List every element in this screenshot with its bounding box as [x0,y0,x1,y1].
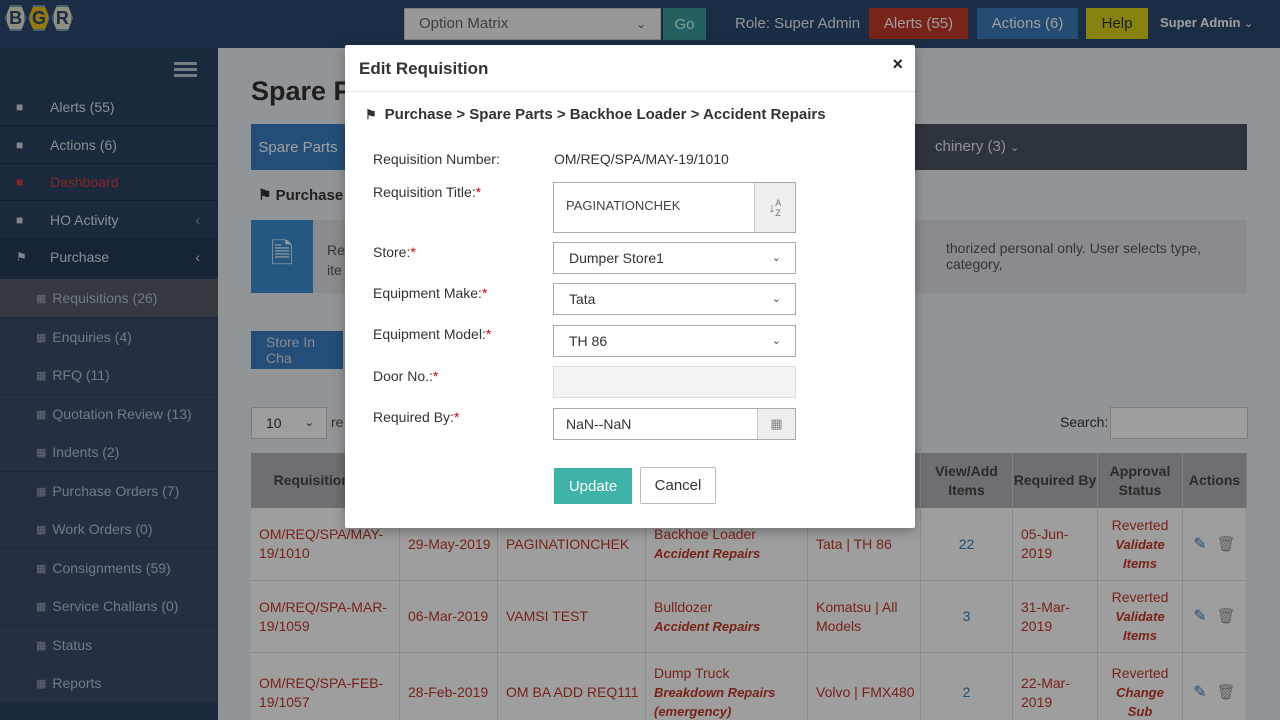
modal-header: Edit Requisition × [345,45,915,92]
door-no-input[interactable] [553,366,796,398]
field-label-text: Requisition Title: [373,184,476,200]
equipment-model-value: TH 86 [569,333,608,349]
door-no-label: Door No.:* [373,368,438,384]
required-by-date-input[interactable]: NaN--NaN ▦ [553,408,796,440]
cancel-button[interactable]: Cancel [640,467,716,504]
store-value: Dumper Store1 [569,250,664,266]
required-marker: * [410,244,416,260]
equipment-make-value: Tata [569,291,596,307]
required-by-label: Required By:* [373,409,459,425]
chevron-down-icon: ⌄ [771,252,781,264]
modal-breadcrumb-text: Purchase > Spare Parts > Backhoe Loader … [384,106,826,123]
field-label-text: Required By: [373,409,454,425]
equipment-make-select[interactable]: Tata ⌄ [553,283,796,315]
flag-icon: ⚑ [365,107,377,122]
field-label-text: Door No.: [373,368,433,384]
sort-alpha-icon[interactable]: ↓ A Z [754,183,795,232]
update-button[interactable]: Update [554,468,632,504]
equipment-model-select[interactable]: TH 86 ⌄ [553,325,796,357]
chevron-down-icon: ⌄ [771,293,781,305]
field-label-text: Store: [373,244,411,260]
required-marker: * [453,409,460,425]
calendar-icon[interactable]: ▦ [757,409,795,439]
field-label-text: Equipment Model: [373,326,486,342]
required-marker: * [432,368,439,384]
requisition-title-field[interactable]: PAGINATIONCHEK ↓ A Z [553,182,796,233]
required-by-value: NaN--NaN [566,416,632,432]
store-label: Store:* [373,244,416,260]
store-select[interactable]: Dumper Store1 ⌄ [553,242,796,274]
required-marker: * [475,184,482,200]
requisition-number-label: Requisition Number: [373,151,500,167]
equipment-model-label: Equipment Model:* [373,326,491,342]
equipment-make-label: Equipment Make:* [373,285,487,301]
required-marker: * [481,285,488,301]
required-marker: * [485,326,492,342]
requisition-title-value: PAGINATIONCHEK [566,198,681,213]
close-icon[interactable]: × [892,54,903,75]
field-label-text: Equipment Make: [373,285,482,301]
requisition-title-label: Requisition Title:* [373,184,481,200]
requisition-number-value: OM/REQ/SPA/MAY-19/1010 [554,151,729,167]
chevron-down-icon: ⌄ [771,335,781,347]
modal-title: Edit Requisition [359,59,489,78]
modal-breadcrumb: ⚑ Purchase > Spare Parts > Backhoe Loader… [365,106,826,123]
edit-requisition-modal: Edit Requisition × ⚑ Purchase > Spare Par… [345,45,915,528]
